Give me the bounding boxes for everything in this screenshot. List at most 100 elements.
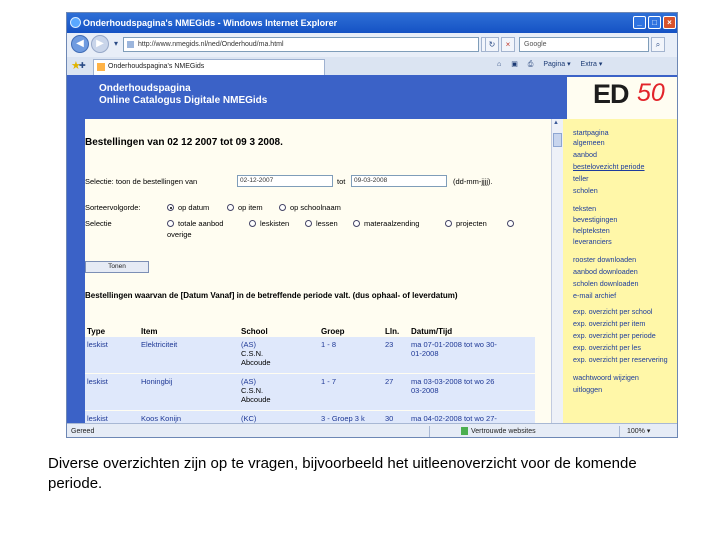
- address-bar[interactable]: http://www.nmegids.nl/ned/Onderhoud/ma.h…: [123, 37, 479, 52]
- cell-groep: 1 - 7: [321, 377, 337, 386]
- menu-item-scholen-download[interactable]: scholen downloaden: [573, 280, 639, 288]
- date-format-hint: (dd-mm-jjjj).: [453, 177, 493, 186]
- navigation-bar: ◀ ▶ ▾ http://www.nmegids.nl/ned/Onderhou…: [67, 33, 677, 58]
- print-icon[interactable]: ⎙: [528, 61, 534, 68]
- show-button[interactable]: Tonen: [85, 261, 149, 273]
- sel-radio-leskisten[interactable]: [249, 220, 256, 227]
- status-text: Gereed: [71, 428, 95, 435]
- add-favorite-icon[interactable]: ✚: [79, 61, 86, 70]
- slide-caption: Diverse overzichten zijn op te vragen, b…: [48, 455, 637, 492]
- cell-school: (AS): [241, 340, 256, 349]
- menu-item-scholen[interactable]: scholen: [573, 187, 598, 195]
- date-from-value: 02-12-2007: [240, 177, 274, 184]
- menu-item-algemeen[interactable]: algemeen: [573, 139, 605, 147]
- scroll-up-icon[interactable]: ▲: [553, 120, 559, 126]
- refresh-button[interactable]: ↻: [485, 37, 499, 52]
- sort-label: Sorteervolgorde:: [85, 203, 141, 212]
- menu-item-exp-periode[interactable]: exp. overzicht per periode: [573, 332, 656, 340]
- security-zone[interactable]: Vertrouwde websites: [461, 424, 536, 437]
- scroll-thumb[interactable]: [553, 133, 562, 147]
- back-button[interactable]: ◀: [71, 35, 89, 53]
- menu-item-uitloggen[interactable]: uitloggen: [573, 386, 602, 394]
- sel-radio-totaal[interactable]: [167, 220, 174, 227]
- sort-radio-school[interactable]: [279, 204, 286, 211]
- search-icon[interactable]: ⌕: [651, 37, 665, 52]
- header-subtitle: Online Catalogus Digitale NMEGids: [99, 95, 268, 106]
- minimize-icon[interactable]: _: [633, 16, 646, 29]
- menu-item-aanbod[interactable]: aanbod: [573, 151, 597, 159]
- command-bar: ⌂ ▣ ⎙ Pagina ▾ Extra ▾: [497, 60, 610, 74]
- history-dropdown-icon[interactable]: ▾: [109, 37, 123, 52]
- browser-window: Onderhoudspagina's NMEGids - Windows Int…: [66, 12, 678, 438]
- zone-label: Vertrouwde websites: [471, 428, 536, 435]
- menu-item-helpteksten[interactable]: helpteksten: [573, 227, 610, 235]
- menu-item-exp-item[interactable]: exp. overzicht per item: [573, 320, 645, 328]
- favicon-icon: [97, 63, 105, 71]
- stop-button[interactable]: ×: [501, 37, 515, 52]
- table-row[interactable]: leskist Elektriciteit (AS) C.S.N. Abcoud…: [85, 337, 535, 373]
- tab-label: Onderhoudspagina's NMEGids: [108, 63, 205, 70]
- menu-item-teksten[interactable]: teksten: [573, 205, 596, 213]
- search-input[interactable]: Google: [519, 37, 649, 52]
- col-header-school: School: [241, 327, 268, 336]
- selection-prefix: Selectie: toon de bestellingen van: [85, 177, 198, 186]
- title-bar: Onderhoudspagina's NMEGids - Windows Int…: [67, 13, 677, 33]
- menu-item-bevestigingen[interactable]: bevestigingen: [573, 216, 617, 224]
- cell-datum: ma 04-02-2008 tot wo 27-: [411, 414, 497, 423]
- date-from-input[interactable]: 02-12-2007: [237, 175, 333, 187]
- menu-item-startpagina[interactable]: startpagina: [573, 129, 609, 137]
- browser-tab[interactable]: Onderhoudspagina's NMEGids: [93, 59, 325, 75]
- menu-item-teller[interactable]: teller: [573, 175, 589, 183]
- menu-item-rooster[interactable]: rooster downloaden: [573, 256, 636, 264]
- sel-radio-materiaal[interactable]: [353, 220, 360, 227]
- cell-lln: 27: [385, 377, 394, 386]
- menu-item-leveranciers[interactable]: leveranciers: [573, 238, 612, 246]
- date-to-input[interactable]: 09-03-2008: [351, 175, 447, 187]
- address-text: http://www.nmegids.nl/ned/Onderhoud/ma.h…: [138, 41, 284, 48]
- col-header-datum: Datum/Tijd: [411, 327, 453, 336]
- cell-datum: ma 07-01-2008 tot wo 30-: [411, 340, 497, 349]
- sort-radio-datum[interactable]: [167, 204, 174, 211]
- tools-menu[interactable]: Extra ▾: [581, 61, 603, 68]
- header-title: Onderhoudspagina: [99, 83, 191, 94]
- menu-item-exp-school[interactable]: exp. overzicht per school: [573, 308, 653, 316]
- menu-item-email-archief[interactable]: e-mail archief: [573, 292, 616, 300]
- status-separator: [429, 426, 430, 437]
- results-subheading: Bestellingen waarvan de [Datum Vanaf] in…: [85, 291, 458, 300]
- cell-datum: 01-2008: [411, 349, 439, 358]
- sel-option-leskisten: leskisten: [260, 219, 290, 228]
- cell-type: leskist: [87, 377, 108, 386]
- selection-label: Selectie: [85, 219, 112, 228]
- menu-item-bestelovezicht[interactable]: bestelovezicht periode: [573, 163, 645, 171]
- main-body: Bestellingen van 02 12 2007 tot 09 3 200…: [85, 119, 551, 423]
- forward-button[interactable]: ▶: [91, 35, 109, 53]
- col-header-lln: Lln.: [385, 327, 400, 336]
- zoom-level[interactable]: 100% ▾: [627, 424, 650, 437]
- sort-radio-item[interactable]: [227, 204, 234, 211]
- feeds-icon[interactable]: ▣: [511, 61, 518, 68]
- sel-radio-projecten[interactable]: [445, 220, 452, 227]
- sel-radio-overige[interactable]: [507, 220, 514, 227]
- menu-item-wachtwoord[interactable]: wachtwoord wijzigen: [573, 374, 639, 382]
- maximize-icon[interactable]: □: [648, 16, 661, 29]
- menu-item-exp-les[interactable]: exp. overzicht per les: [573, 344, 641, 352]
- content-scrollbar[interactable]: ▲: [551, 119, 563, 423]
- date-to-value: 09-03-2008: [354, 177, 388, 184]
- cell-lln: 23: [385, 340, 394, 349]
- window-title: Onderhoudspagina's NMEGids - Windows Int…: [83, 18, 338, 28]
- page-menu[interactable]: Pagina ▾: [543, 61, 570, 68]
- ed50-logo: ED 50: [567, 77, 677, 119]
- cell-item: Koos Konijn: [141, 414, 182, 423]
- table-row[interactable]: leskist Honingbij (AS) C.S.N. Abcoude 1 …: [85, 374, 535, 410]
- ie-logo-icon: [70, 17, 81, 28]
- sort-option-school: op schoolnaam: [290, 203, 341, 212]
- sel-radio-lessen[interactable]: [305, 220, 312, 227]
- home-icon[interactable]: ⌂: [497, 61, 501, 68]
- sort-option-item: op item: [238, 203, 263, 212]
- cell-school: C.S.N.: [241, 349, 264, 358]
- table-row[interactable]: leskist Koos Konijn (KC) 3 - Groep 3 k 3…: [85, 411, 535, 423]
- close-icon[interactable]: ×: [663, 16, 676, 29]
- cell-lln: 30: [385, 414, 394, 423]
- menu-item-aanbod-download[interactable]: aanbod downloaden: [573, 268, 638, 276]
- menu-item-exp-reservering[interactable]: exp. overzicht per reservering: [573, 356, 668, 364]
